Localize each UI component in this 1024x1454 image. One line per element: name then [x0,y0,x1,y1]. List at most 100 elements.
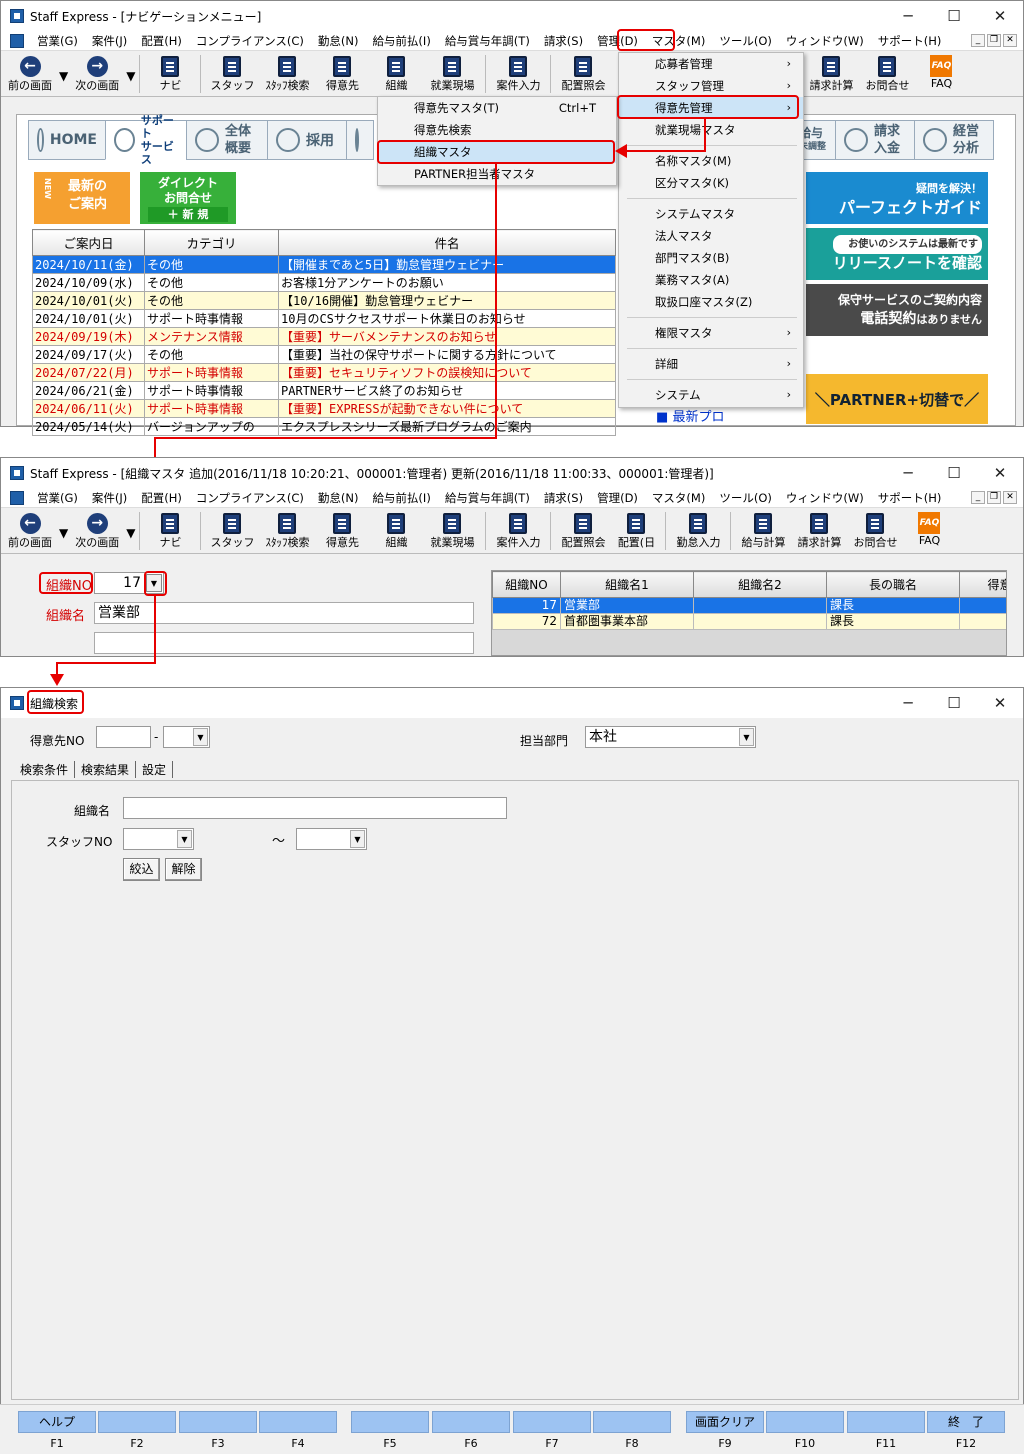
menu-item-category-master[interactable]: 区分マスタ(K) [619,172,803,194]
fkey-f2-button[interactable] [98,1411,176,1433]
placement-inquiry-button-2[interactable]: 配置照会 [555,512,611,550]
client-button-2[interactable]: 得意先 [315,512,369,550]
tab-support[interactable]: サポート サービス [105,114,187,166]
forward-button[interactable]: → 次の画面 [68,55,126,93]
submenu-partner-master[interactable]: PARTNER担当者マスタ [378,163,616,185]
maximize-button-3[interactable]: ☐ [931,688,977,718]
placement-daily-button-2[interactable]: 配置(日 [611,512,661,550]
forward-history-dropdown[interactable]: ▼ [126,69,135,83]
menu-item-corporate-master[interactable]: 法人マスタ [619,225,803,247]
menu-support[interactable]: サポート(H) [871,32,949,50]
mdi-restore-button-2[interactable]: ❐ [987,491,1001,504]
tab-search-results[interactable]: 検索結果 [75,761,137,778]
fkey-f5-button[interactable] [351,1411,429,1433]
menu-support-2[interactable]: サポート(H) [871,489,949,507]
case-input-button[interactable]: 案件入力 [490,55,546,93]
faq-button[interactable]: FAQ FAQ [915,55,967,90]
minimize-button-3[interactable]: ─ [885,688,931,718]
org-button-2[interactable]: 組織 [369,512,423,550]
grid-row[interactable]: 17営業部 課長10 [492,597,1006,614]
fkey-f1-button[interactable]: ヘルプ [18,1411,96,1433]
col-category[interactable]: カテゴリ [144,229,279,256]
navi-button-2[interactable]: ナビ [144,512,196,550]
menu-item-applicant[interactable]: 応募者管理 › [619,53,803,75]
menu-item-system[interactable]: システム › [619,384,803,406]
mdi-close-button-2[interactable]: ✕ [1003,491,1017,504]
grid-col-client[interactable]: 得意先 [959,571,1006,598]
menu-payroll[interactable]: 給与賞与年調(T) [438,32,537,50]
menu-case-2[interactable]: 案件(J) [85,489,134,507]
payroll-calc-button-2[interactable]: 給与計算 [735,512,791,550]
placement-inquiry-button[interactable]: 配置照会 [555,55,611,93]
staff-button[interactable]: スタッフ [205,55,259,93]
menu-tools-2[interactable]: ツール(O) [712,489,779,507]
submenu-client-search[interactable]: 得意先検索 [378,119,616,141]
latest-program-link[interactable]: ■ 最新プロ [656,406,724,425]
menu-app-icon-2[interactable] [10,490,24,505]
billing-calc-button-2[interactable]: 請求計算 [791,512,847,550]
menu-advance-2[interactable]: 給与前払(I) [365,489,437,507]
tab-home[interactable]: HOME [28,120,106,160]
menu-tools[interactable]: ツール(O) [712,32,779,50]
table-row[interactable]: 2024/06/11(火) サポート時事情報 【重要】EXPRESSが起動できない件… [32,399,616,418]
staff-no-to-combo[interactable]: ▼ [296,828,367,850]
fkey-f10-button[interactable] [766,1411,844,1433]
menu-billing-2[interactable]: 請求(S) [537,489,590,507]
table-row[interactable]: 2024/07/22(月) サポート時事情報 【重要】セキュリティソフトの誤検知につ… [32,363,616,382]
menu-item-permission[interactable]: 権限マスタ › [619,322,803,344]
client-no-sub-combo[interactable]: ▼ [163,726,210,748]
tab-hiring[interactable]: 採用 [267,120,347,160]
fkey-f6-button[interactable] [432,1411,510,1433]
menu-item-detail[interactable]: 詳細 › [619,353,803,375]
grid-col-name2[interactable]: 組織名2 [693,571,827,598]
dept-select[interactable]: 本社 ▼ [585,726,756,748]
menu-item-system-master[interactable]: システムマスタ [619,203,803,225]
menu-sales[interactable]: 営業(G) [30,32,85,50]
menu-item-client[interactable]: 得意先管理 › [619,97,803,119]
back-history-dropdown[interactable]: ▼ [59,69,68,83]
table-row[interactable]: 2024/10/11(金) その他 【開催まであと5日】勤怠管理ウェビナー [32,255,616,274]
grid-col-name1[interactable]: 組織名1 [560,571,694,598]
submenu-client-master[interactable]: 得意先マスタ(T) Ctrl+T [378,97,616,119]
org-no-dropdown-button[interactable]: ▼ [146,574,162,592]
maximize-button-2[interactable]: ☐ [931,458,977,488]
release-note-banner[interactable]: お使いのシステムは最新です リリースノートを確認 [806,228,988,280]
client-button[interactable]: 得意先 [315,55,369,93]
menu-compliance[interactable]: コンプライアンス(C) [189,32,311,50]
staff-search-button-2[interactable]: ｽﾀｯﾌ検索 [259,512,315,550]
org-name-search-input[interactable] [123,797,507,819]
table-row[interactable]: 2024/09/19(木) メンテナンス情報 【重要】サーバメンテナンスのお知らせ [32,327,616,346]
menu-sales-2[interactable]: 営業(G) [30,489,85,507]
mdi-minimize-button-2[interactable]: _ [971,491,985,504]
case-input-button-2[interactable]: 案件入力 [490,512,546,550]
menu-case[interactable]: 案件(J) [85,32,134,50]
forward-history-dropdown-2[interactable]: ▼ [126,526,135,540]
menu-item-account-master[interactable]: 取扱口座マスタ(Z) [619,291,803,313]
menu-master-2[interactable]: マスタ(M) [645,489,712,507]
tab-billing[interactable]: 請求 入金 [835,120,915,160]
billing-calc-button[interactable]: 請求計算 [803,55,859,93]
menu-attendance[interactable]: 勤怠(N) [311,32,366,50]
latest-news-button[interactable]: NEW 最新の ご案内 [34,172,130,224]
menu-payroll-2[interactable]: 給与賞与年調(T) [438,489,537,507]
tab-management[interactable]: 経営 分析 [914,120,994,160]
staff-search-button[interactable]: ｽﾀｯﾌ検索 [259,55,315,93]
back-button[interactable]: ← 前の画面 [1,55,59,93]
tab-overview[interactable]: 全体 概要 [186,120,268,160]
client-no-input[interactable] [96,726,151,748]
menu-item-staff[interactable]: スタッフ管理 › [619,75,803,97]
org-name-input[interactable]: 営業部 [94,602,474,624]
menu-window[interactable]: ウィンドウ(W) [779,32,871,50]
tab-next[interactable] [346,120,374,160]
worksite-button[interactable]: 就業現場 [423,55,481,93]
mdi-close-button[interactable]: ✕ [1003,34,1017,47]
menu-item-name-master[interactable]: 名称マスタ(M) [619,150,803,172]
menu-master[interactable]: マスタ(M) [645,32,712,50]
worksite-button-2[interactable]: 就業現場 [423,512,481,550]
inquiry-button[interactable]: お問合せ [859,55,915,93]
menu-placement[interactable]: 配置(H) [134,32,189,50]
table-row[interactable]: 2024/10/01(火) サポート時事情報 10月のCSサクセスサポート休業日のお… [32,309,616,328]
menu-item-worksite[interactable]: 就業現場マスタ [619,119,803,141]
faq-button-2[interactable]: FAQ FAQ [903,512,955,547]
staff-button-2[interactable]: スタッフ [205,512,259,550]
